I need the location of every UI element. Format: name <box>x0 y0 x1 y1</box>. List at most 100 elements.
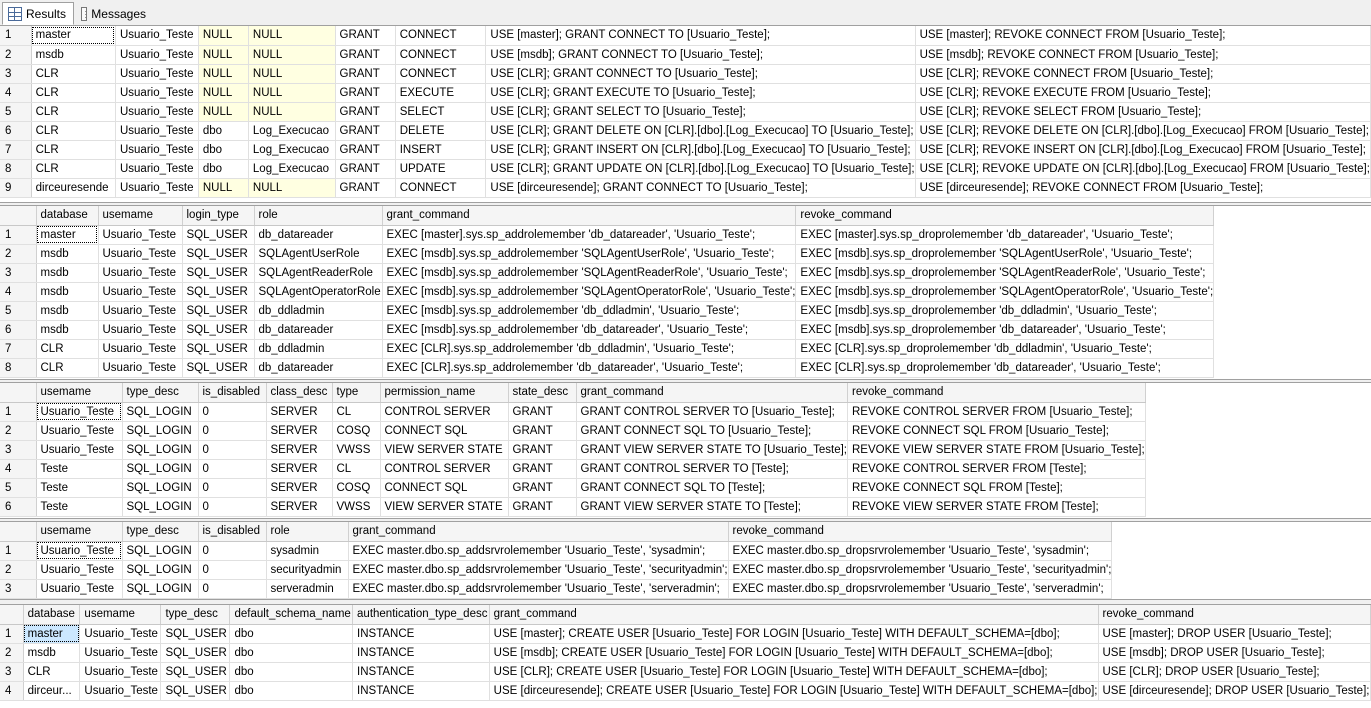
grid-cell[interactable]: Teste <box>36 478 123 498</box>
grid-cell[interactable]: GRANT CONNECT SQL TO [Teste]; <box>576 478 848 498</box>
grid-cell[interactable]: SQLAgentOperatorRole <box>254 282 383 302</box>
grid-cell[interactable]: SQL_LOGIN <box>122 478 199 498</box>
grid-cell[interactable]: CLR <box>36 358 99 378</box>
grid-cell[interactable]: CONTROL SERVER <box>380 402 509 422</box>
grid-cell[interactable]: Usuario_Teste <box>115 121 199 141</box>
grid-cell[interactable]: serveradmin <box>266 579 349 599</box>
column-header[interactable]: is_disabled <box>198 522 267 542</box>
grid-cell[interactable]: GRANT VIEW SERVER STATE TO [Usuario_Test… <box>576 440 848 460</box>
row-number[interactable]: 6 <box>0 497 37 517</box>
grid-cell[interactable]: EXEC master.dbo.sp_addsrvrolemember 'Usu… <box>348 541 729 561</box>
row-number[interactable]: 4 <box>0 282 37 302</box>
grid-cell[interactable]: 0 <box>198 541 267 561</box>
grid-cell[interactable]: SQL_USER <box>182 282 255 302</box>
table-row[interactable]: 2 msdb Usuario_Teste NULL NULL GRANT CONNECT US… <box>0 45 1371 65</box>
grid-cell[interactable]: NULL <box>198 26 249 46</box>
grid-cell[interactable]: SERVER <box>266 459 333 479</box>
grid-cell[interactable]: NULL <box>198 45 249 65</box>
grid-cell[interactable]: Usuario_Teste <box>79 681 162 701</box>
row-number[interactable]: 2 <box>0 45 32 65</box>
grid-cell[interactable]: CLR <box>23 662 81 682</box>
column-header[interactable]: authentication_type_desc <box>352 605 490 625</box>
grid-cell[interactable]: SQL_LOGIN <box>122 497 199 517</box>
grid-cell[interactable]: Log_Execucao <box>248 159 336 179</box>
grid-cell[interactable]: CONTROL SERVER <box>380 459 509 479</box>
grid-cell[interactable]: Teste <box>36 497 123 517</box>
grid-cell[interactable]: NULL <box>248 26 336 46</box>
grid-cell[interactable]: CL <box>332 402 381 422</box>
column-header[interactable]: type <box>332 383 381 403</box>
grid-cell[interactable]: GRANT <box>508 478 577 498</box>
grid-cell[interactable]: SQL_LOGIN <box>122 402 199 422</box>
row-number[interactable]: 3 <box>0 440 37 460</box>
row-number[interactable]: 9 <box>0 178 32 198</box>
grid-cell[interactable]: VIEW SERVER STATE <box>380 440 509 460</box>
table-row[interactable]: 5 Teste SQL_LOGIN 0 SERVER COSQ CONNECT SQL GRA… <box>0 478 1146 498</box>
grid-cell[interactable]: GRANT <box>335 64 396 84</box>
grid-cell[interactable]: EXEC [msdb].sys.sp_droprolemember 'db_da… <box>795 320 1215 340</box>
grid-cell[interactable]: Usuario_Teste <box>98 282 183 302</box>
result-grid-database-permissions[interactable]: 1 master Usuario_Teste NULL NULL GRANT CONNECT… <box>0 25 1371 203</box>
grid-cell[interactable]: GRANT CONTROL SERVER TO [Usuario_Teste]; <box>576 402 848 422</box>
result-grid-database-roles[interactable]: database usemame login_type role grant_comma… <box>0 205 1371 380</box>
grid-cell[interactable]: EXEC [msdb].sys.sp_droprolemember 'SQLAg… <box>795 244 1215 264</box>
row-number[interactable]: 2 <box>0 560 37 580</box>
row-number[interactable]: 2 <box>0 244 37 264</box>
grid-cell[interactable]: Usuario_Teste <box>36 560 123 580</box>
grid-cell[interactable]: REVOKE CONNECT SQL FROM [Usuario_Teste]; <box>847 421 1146 441</box>
grid-cell[interactable]: SQL_USER <box>182 320 255 340</box>
grid-cell[interactable]: USE [master]; GRANT CONNECT TO [Usuario_… <box>485 26 916 46</box>
grid-cell[interactable]: 0 <box>198 421 267 441</box>
grid-cell[interactable]: EXEC master.dbo.sp_addsrvrolemember 'Usu… <box>348 579 729 599</box>
column-header[interactable]: usemame <box>36 522 123 542</box>
grid-cell[interactable]: EXEC [CLR].sys.sp_droprolemember 'db_ddl… <box>795 339 1215 359</box>
grid-cell[interactable]: USE [CLR]; REVOKE UPDATE ON [CLR].[dbo].… <box>915 159 1371 179</box>
grid-cell[interactable]: 0 <box>198 579 267 599</box>
grid-cell[interactable]: Usuario_Teste <box>79 662 162 682</box>
grid-cell[interactable]: SQL_USER <box>160 624 231 644</box>
row-number[interactable]: 6 <box>0 121 32 141</box>
grid-cell[interactable]: USE [CLR]; GRANT INSERT ON [CLR].[dbo].[… <box>485 140 916 160</box>
grid-cell[interactable]: Usuario_Teste <box>98 358 183 378</box>
column-header[interactable]: type_desc <box>122 383 199 403</box>
grid-cell[interactable]: SQL_LOGIN <box>122 560 199 580</box>
grid-cell[interactable]: 0 <box>198 497 267 517</box>
grid-cell[interactable]: GRANT <box>508 459 577 479</box>
row-number[interactable]: 8 <box>0 358 37 378</box>
table-row[interactable]: 4 msdb Usuario_Teste SQL_USER SQLAgentOperat… <box>0 282 1215 302</box>
row-number[interactable]: 1 <box>0 541 37 561</box>
grid-cell[interactable]: SQLAgentUserRole <box>254 244 383 264</box>
grid-cell[interactable]: EXEC [CLR].sys.sp_addrolemember 'db_data… <box>382 358 797 378</box>
grid-cell[interactable]: USE [master]; DROP USER [Usuario_Teste]; <box>1098 624 1371 644</box>
column-header[interactable]: revoke_command <box>728 522 1113 542</box>
grid-cell[interactable]: CLR <box>31 121 116 141</box>
grid-cell[interactable]: msdb <box>36 282 99 302</box>
grid-cell[interactable]: EXEC [msdb].sys.sp_droprolemember 'SQLAg… <box>795 263 1215 283</box>
column-header[interactable]: type_desc <box>122 522 199 542</box>
grid-cell[interactable]: NULL <box>248 178 336 198</box>
grid-cell[interactable]: master <box>36 225 99 245</box>
grid-cell[interactable]: dirceuresende <box>31 178 116 198</box>
grid-cell[interactable]: COSQ <box>332 478 381 498</box>
grid-cell[interactable]: dbo <box>229 681 354 701</box>
grid-cell[interactable]: Log_Execucao <box>248 121 336 141</box>
grid-cell[interactable]: EXEC master.dbo.sp_dropsrvrolemember 'Us… <box>728 579 1113 599</box>
grid-cell[interactable]: Usuario_Teste <box>36 440 123 460</box>
grid-cell[interactable]: USE [CLR]; REVOKE DELETE ON [CLR].[dbo].… <box>915 121 1371 141</box>
table-row[interactable]: 3 CLR Usuario_Teste NULL NULL GRANT CONNECT USE… <box>0 64 1371 84</box>
grid-cell[interactable]: Usuario_Teste <box>98 320 183 340</box>
tab-results[interactable]: Results <box>2 2 74 25</box>
grid-cell[interactable]: Usuario_Teste <box>36 421 123 441</box>
row-number[interactable]: 3 <box>0 64 32 84</box>
row-number-header[interactable] <box>0 383 37 403</box>
grid-cell[interactable]: 0 <box>198 478 267 498</box>
grid-cell[interactable]: GRANT <box>508 497 577 517</box>
grid-cell[interactable]: VWSS <box>332 497 381 517</box>
grid-cell[interactable]: UPDATE <box>395 159 487 179</box>
row-number-header[interactable] <box>0 522 37 542</box>
grid-cell[interactable]: REVOKE VIEW SERVER STATE FROM [Usuario_T… <box>847 440 1146 460</box>
grid-cell[interactable]: NULL <box>198 102 249 122</box>
column-header[interactable]: usemame <box>36 383 123 403</box>
grid-cell[interactable]: Usuario_Teste <box>36 402 123 422</box>
table-row[interactable]: 2 msdb Usuario_Teste SQL_USER SQLAgentUserRo… <box>0 244 1215 264</box>
